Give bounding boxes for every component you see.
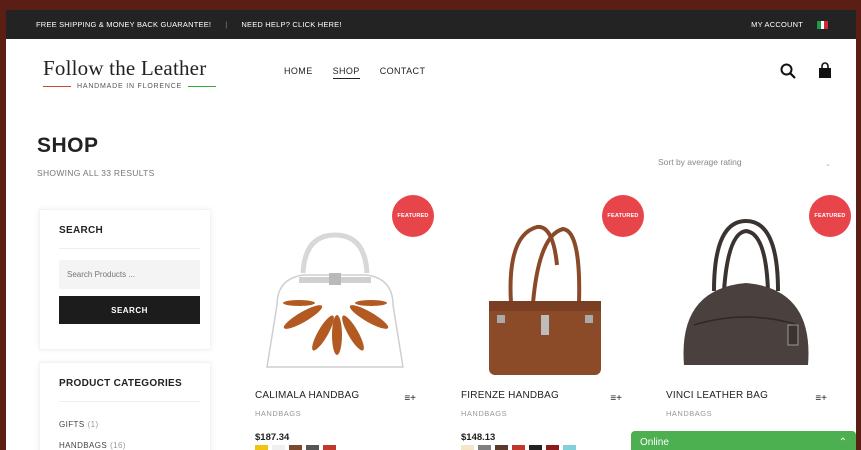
product-category[interactable]: HANDBAGS — [255, 409, 301, 418]
color-swatch[interactable] — [563, 445, 576, 450]
add-to-compare-icon[interactable]: ≡+ — [404, 393, 416, 404]
logo-divider — [43, 86, 71, 87]
nav-shop[interactable]: SHOP — [332, 66, 360, 79]
search-widget-title: SEARCH — [59, 225, 104, 236]
chevron-down-icon: ⌄ — [825, 161, 831, 168]
product-image[interactable] — [654, 205, 839, 375]
category-item-handbags[interactable]: HANDBAGS (16) — [59, 435, 210, 450]
color-swatch[interactable] — [272, 445, 285, 450]
cart-icon[interactable] — [818, 62, 832, 84]
site-logo[interactable]: Follow the Leather HANDMADE IN FLORENCE — [43, 56, 217, 90]
product-price: $187.34 — [255, 432, 290, 443]
topbar-separator: | — [225, 20, 228, 29]
color-swatch[interactable] — [461, 445, 474, 450]
shipping-promo: FREE SHIPPING & MONEY BACK GUARANTEE! — [36, 20, 212, 29]
page-title: SHOP — [37, 134, 99, 157]
color-swatch[interactable] — [323, 445, 336, 450]
main-nav: HOME SHOP CONTACT — [284, 66, 425, 79]
search-widget: SEARCH SEARCH — [39, 209, 211, 350]
color-swatch[interactable] — [306, 445, 319, 450]
nav-home[interactable]: HOME — [284, 66, 313, 79]
color-swatch[interactable] — [546, 445, 559, 450]
chat-widget[interactable]: Online ⌃ — [631, 431, 856, 450]
chevron-up-icon[interactable]: ⌃ — [839, 437, 847, 450]
chat-status-label: Online — [640, 437, 669, 448]
italy-flag-icon[interactable] — [817, 20, 829, 29]
color-swatch[interactable] — [529, 445, 542, 450]
product-image[interactable] — [449, 205, 634, 375]
product-name[interactable]: CALIMALA HANDBAG — [255, 390, 359, 401]
add-to-compare-icon[interactable]: ≡+ — [610, 393, 622, 404]
color-swatch[interactable] — [495, 445, 508, 450]
site-header: Follow the Leather HANDMADE IN FLORENCE … — [6, 39, 856, 101]
color-swatches — [255, 445, 336, 450]
search-icon[interactable] — [780, 63, 796, 84]
divider — [59, 248, 200, 249]
product-name[interactable]: FIRENZE HANDBAG — [461, 390, 559, 401]
color-swatch[interactable] — [289, 445, 302, 450]
product-card-firenze[interactable]: FEATURED FIRENZE HANDBAG ≡+ HANDBAGS $14… — [449, 190, 644, 450]
logo-title: Follow the Leather — [43, 56, 207, 80]
category-item-gifts[interactable]: GIFTS (1) — [59, 414, 210, 435]
color-swatches — [461, 445, 576, 450]
categories-widget-title: PRODUCT CATEGORIES — [59, 378, 182, 389]
shop-page: FREE SHIPPING & MONEY BACK GUARANTEE! | … — [6, 10, 856, 450]
sort-selected-label: Sort by average rating — [658, 157, 742, 167]
categories-widget: PRODUCT CATEGORIES GIFTS (1) HANDBAGS (16) — [39, 362, 211, 450]
product-category[interactable]: HANDBAGS — [461, 409, 507, 418]
featured-badge: FEATURED — [392, 195, 434, 237]
result-count: SHOWING ALL 33 RESULTS — [37, 168, 155, 178]
product-price: $148.13 — [461, 432, 496, 443]
top-bar: FREE SHIPPING & MONEY BACK GUARANTEE! | … — [6, 10, 856, 39]
featured-badge: FEATURED — [809, 195, 851, 237]
nav-contact[interactable]: CONTACT — [380, 66, 426, 79]
my-account-link[interactable]: MY ACCOUNT — [751, 20, 803, 29]
search-input[interactable] — [59, 260, 200, 289]
color-swatch[interactable] — [255, 445, 268, 450]
product-card-vinci[interactable]: FEATURED VINCI LEATHER BAG ≡+ HANDBAGS — [654, 190, 851, 450]
category-list: GIFTS (1) HANDBAGS (16) — [40, 402, 210, 450]
product-card-calimala[interactable]: FEATURED CALIMALA HANDBAG ≡+ HANDBAGS $1… — [243, 190, 434, 450]
help-link[interactable]: NEED HELP? CLICK HERE! — [241, 20, 341, 29]
product-name[interactable]: VINCI LEATHER BAG — [666, 390, 768, 401]
logo-subtitle: HANDMADE IN FLORENCE — [77, 83, 183, 90]
category-name: HANDBAGS — [59, 441, 108, 450]
featured-badge: FEATURED — [602, 195, 644, 237]
color-swatch[interactable] — [512, 445, 525, 450]
logo-divider — [188, 86, 217, 87]
add-to-compare-icon[interactable]: ≡+ — [815, 393, 827, 404]
category-count: (16) — [110, 441, 126, 450]
category-name: GIFTS — [59, 420, 85, 429]
sort-select[interactable]: Sort by average rating ⌄ — [652, 149, 836, 179]
color-swatch[interactable] — [478, 445, 491, 450]
category-count: (1) — [87, 420, 99, 429]
product-category[interactable]: HANDBAGS — [666, 409, 712, 418]
search-button[interactable]: SEARCH — [59, 296, 200, 324]
